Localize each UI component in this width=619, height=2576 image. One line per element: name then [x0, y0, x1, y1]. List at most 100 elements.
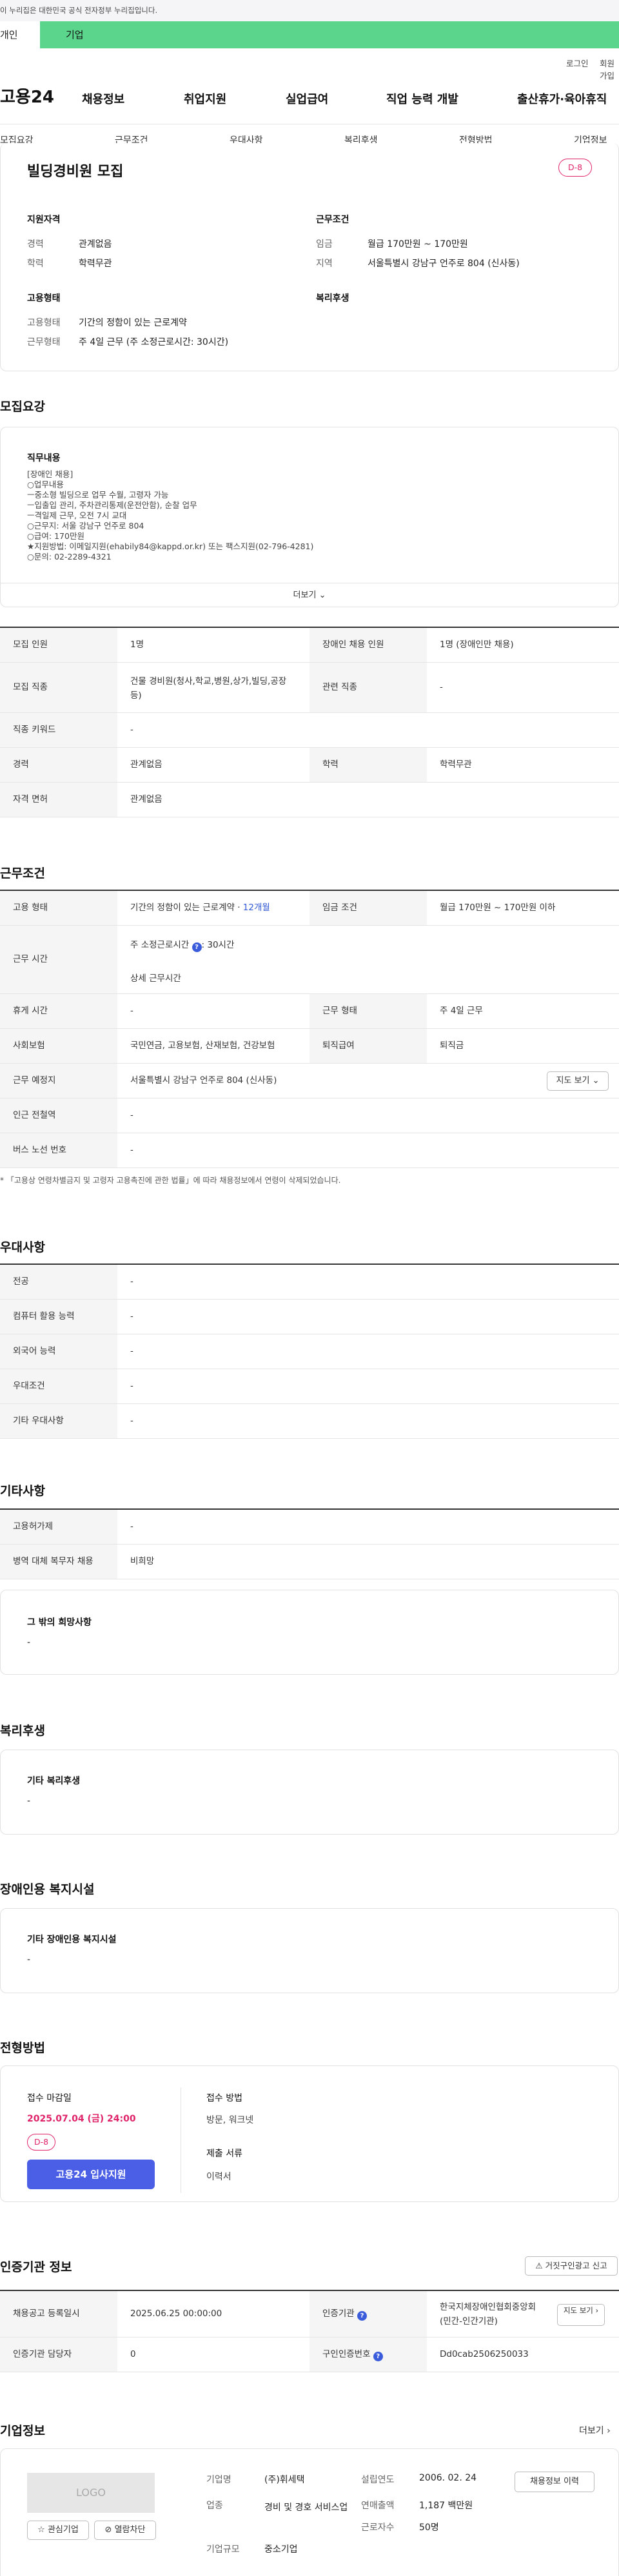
table-header-cell: 모집 인원 [0, 628, 117, 662]
more-label: 더보기 [293, 590, 317, 600]
other-wishes-title: 그 밖의 희망사항 [27, 1617, 92, 1628]
table-cell: 월급 170만원 ~ 170만원 이하 [440, 903, 556, 913]
table-row: 버스 노선 번호 - [0, 1133, 619, 1168]
table-row: 고용 형태 기간의 정함이 있는 근로계약 · 12개월 임금 조건 월급 17… [0, 891, 619, 926]
table-header-cell: 채용공고 등록일시 [0, 2291, 117, 2337]
more-button[interactable]: 더보기 ⌄ [0, 583, 619, 607]
job-title: 빌딩경비원 모집 [27, 164, 124, 180]
table-cell: 비희망 [130, 1556, 155, 1566]
join-link[interactable]: 회원가입 [600, 57, 619, 81]
section-title-cert: 인증기관 정보 [0, 2260, 72, 2274]
table-cell: 국민연금, 고용보험, 산재보험, 건강보험 [130, 1040, 275, 1051]
duty-title: 직무내용 [27, 453, 61, 463]
gnb-unemployment-benefit[interactable]: 실업급여 [286, 90, 328, 107]
cond-label: 임금 [316, 239, 333, 249]
duty-line: ○업무내용 [27, 480, 64, 489]
tab-person[interactable]: 개인 [0, 21, 40, 48]
table-header-cell: 자격 면허 [0, 783, 117, 817]
recruit-history-button[interactable]: 채용정보 이력 [515, 2472, 594, 2492]
table-header-cell: 고용허가제 [0, 1510, 117, 1544]
company-more-label: 더보기 [579, 2426, 604, 2436]
welfare-card [0, 1750, 619, 1835]
qual-value: 학력무관 [79, 259, 112, 269]
favorite-company-button[interactable]: ☆ 관심기업 [27, 2521, 89, 2540]
gnb-job-info[interactable]: 채용정보 [82, 90, 124, 107]
table-header-cell: 경력 [0, 748, 117, 782]
table-cell: - [440, 682, 443, 692]
report-fake-ad-label: 거짓구인광고 신고 [545, 2261, 607, 2270]
section-title-welfare: 복리후생 [0, 1724, 45, 1738]
table-cell: - [130, 1346, 133, 1356]
gnb-vocational-training[interactable]: 직업 능력 개발 [386, 90, 458, 107]
gov-banner: 이 누리집은 대한민국 공식 전자정부 누리집입니다. [0, 0, 619, 21]
table-header-cell: 휴게 시간 [0, 994, 117, 1028]
apply-button[interactable]: 고용24 입사지원 [27, 2160, 155, 2189]
table-header-cell: 학력 [310, 748, 427, 782]
emp-type-value: 기간의 정함이 있는 근로계약 · [130, 903, 243, 913]
cert-map-button[interactable]: 지도 보기 › [557, 2304, 605, 2326]
gnb-employment-support[interactable]: 취업지원 [184, 90, 226, 107]
dday-badge: D-8 [558, 159, 592, 177]
table-cell: 1명 (장애인만 채용) [440, 639, 514, 650]
table-header-cell: 근무 시간 [0, 926, 117, 993]
table-row: 외국어 능력 - [0, 1334, 619, 1369]
company-more-link[interactable]: 더보기 › [579, 2424, 611, 2437]
emp-label: 근무형태 [27, 337, 61, 347]
report-fake-ad-button[interactable]: ⚠ 거짓구인광고 신고 [525, 2256, 618, 2276]
cond-value: 서울특별시 강남구 언주로 804 (신사동) [368, 259, 520, 269]
table-header-cell: 사회보험 [0, 1029, 117, 1063]
table-cell: - [130, 1110, 133, 1120]
table-row: 병역 대체 복무자 채용 비희망 [0, 1545, 619, 1579]
gnb-parental-leave[interactable]: 출산휴가·육아휴직 [517, 90, 607, 107]
emp-value: 주 4일 근무 (주 소정근로시간: 30시간) [79, 337, 229, 347]
emp-value: 기간의 정함이 있는 근로계약 [79, 318, 187, 328]
table-header-cell: 근무 예정지 [0, 1064, 117, 1098]
block-icon: ⊘ [104, 2525, 112, 2535]
table-cell: 주 4일 근무 [440, 1006, 483, 1016]
table-cell: 관계없음 [130, 794, 162, 805]
help-icon[interactable]: ? [192, 942, 202, 952]
deadline-value: 2025.07.04 (금) 24:00 [27, 2114, 136, 2124]
table-cell: - [130, 1521, 133, 1532]
chevron-down-icon: ⌄ [319, 590, 326, 600]
table-header-cell: 근무 형태 [310, 994, 427, 1028]
table-cell: 2025.06.25 00:00:00 [130, 2308, 222, 2319]
table-cell: - [130, 1006, 133, 1016]
map-button[interactable]: 지도 보기 ⌄ [547, 1071, 609, 1091]
tab-corp[interactable]: 기업 [40, 21, 619, 48]
chevron-right-icon: › [607, 2426, 611, 2436]
table-row: 인증기관 담당자 0 구인인증번호 ? Dd0cab2506250033 [0, 2337, 619, 2372]
login-link[interactable]: 로그인 [566, 57, 589, 69]
other-wishes-value: - [27, 1637, 31, 1648]
site-logo[interactable]: 고용24 [0, 84, 54, 108]
section-title-pref: 우대사항 [0, 1240, 45, 1254]
table-row: 우대조건 - [0, 1369, 619, 1404]
help-icon[interactable]: ? [373, 2352, 383, 2361]
table-header-cell: 장애인 채용 인원 [310, 628, 427, 662]
block-view-button[interactable]: ⊘ 열람차단 [94, 2521, 156, 2540]
table-cell: 퇴직금 [440, 1040, 464, 1051]
table-header-cell: 외국어 능력 [0, 1334, 117, 1369]
table-row: 기타 우대사항 - [0, 1404, 619, 1439]
table-header-cell: 인근 전철역 [0, 1098, 117, 1133]
disability-box-title: 기타 장애인용 복지시설 [27, 1935, 117, 1945]
welfare-box-title: 기타 복리후생 [27, 1776, 81, 1786]
table-row: 모집 인원 1명 장애인 채용 인원 1명 (장애인만 채용) [0, 628, 619, 663]
duty-content: [장애인 채용] ○업무내용 ㅡ중소형 빌딩으로 업무 수월, 고령자 가능 ㅡ… [27, 469, 594, 562]
table-row: 인근 전철역 - [0, 1098, 619, 1133]
qual-label: 학력 [27, 259, 44, 269]
welfare-box-value: - [27, 1796, 31, 1806]
method-title: 접수 방법 [206, 2093, 242, 2103]
dday-badge: D-8 [27, 2134, 55, 2151]
table-cell: - [130, 1145, 133, 1155]
table-row: 근무 시간 주 소정근로시간 ?: 30시간 상세 근무시간 [0, 926, 619, 994]
block-view-label: 열람차단 [114, 2525, 146, 2535]
table-row: 채용공고 등록일시 2025.06.25 00:00:00 인증기관 ? 한국지… [0, 2291, 619, 2337]
company-field-value: 중소기업 [264, 2544, 298, 2555]
company-field-value: 1,187 백만원 [419, 2501, 473, 2511]
other-wishes-card [0, 1590, 619, 1675]
table-cell: - [130, 1381, 133, 1391]
help-icon[interactable]: ? [357, 2311, 367, 2321]
cond-title: 근무조건 [316, 215, 349, 225]
table-row: 직종 키워드 - [0, 713, 619, 748]
